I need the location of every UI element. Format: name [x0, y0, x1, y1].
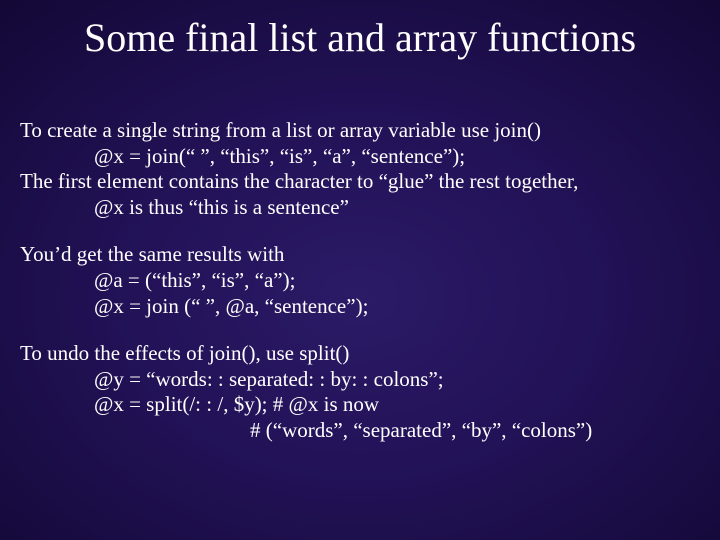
slide-body: To create a single string from a list or…	[20, 118, 700, 466]
code-line: @x = join(“ ”, “this”, “is”, “a”, “sente…	[20, 144, 700, 170]
text-line: To undo the effects of join(), use split…	[20, 341, 700, 367]
paragraph-split: To undo the effects of join(), use split…	[20, 341, 700, 443]
code-line: @y = “words: : separated: : by: : colons…	[20, 367, 700, 393]
code-line: @x = join (“ ”, @a, “sentence”);	[20, 294, 700, 320]
paragraph-same-results: You’d get the same results with @a = (“t…	[20, 242, 700, 319]
paragraph-join: To create a single string from a list or…	[20, 118, 700, 220]
text-line: You’d get the same results with	[20, 242, 700, 268]
code-line: @x = split(/: : /, $y); # @x is now	[20, 392, 700, 418]
text-line: @x is thus “this is a sentence”	[20, 195, 700, 221]
code-line: # (“words”, “separated”, “by”, “colons”)	[20, 418, 700, 444]
text-line: To create a single string from a list or…	[20, 118, 700, 144]
text-line: The first element contains the character…	[20, 169, 700, 195]
slide: Some final list and array functions To c…	[0, 0, 720, 540]
slide-title: Some final list and array functions	[0, 14, 720, 61]
code-line: @a = (“this”, “is”, “a”);	[20, 268, 700, 294]
